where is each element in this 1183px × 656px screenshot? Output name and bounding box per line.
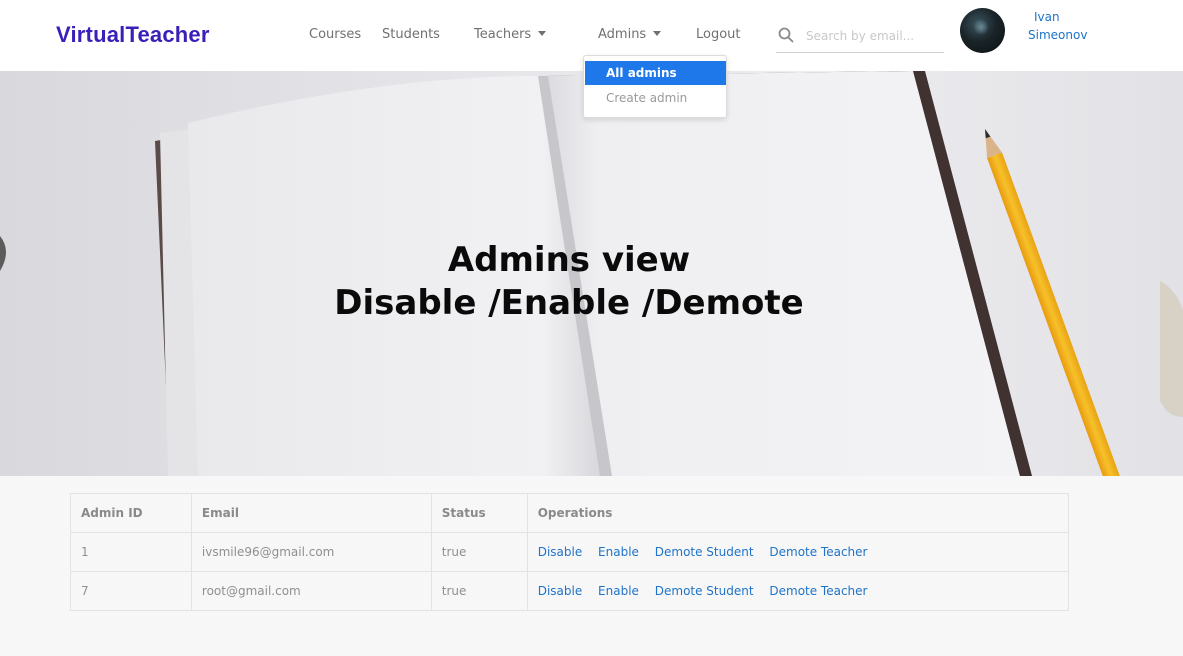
- search-input[interactable]: [806, 25, 940, 47]
- menu-item-create-admin[interactable]: Create admin: [585, 86, 726, 110]
- admins-dropdown-menu: All admins Create admin: [583, 55, 727, 118]
- table-row: 7 root@gmail.com true Disable Enable Dem…: [70, 571, 1070, 611]
- header-email: Email: [190, 493, 432, 533]
- page-title-line2: Disable /Enable /Demote: [334, 283, 804, 323]
- demote-teacher-link[interactable]: Demote Teacher: [769, 584, 867, 598]
- search-box: [776, 20, 944, 53]
- nav-logout[interactable]: Logout: [696, 27, 741, 42]
- nav-students[interactable]: Students: [382, 27, 440, 42]
- brand-logo[interactable]: VirtualTeacher: [56, 22, 210, 48]
- page-title: Admins view Disable /Enable /Demote: [0, 239, 1138, 325]
- nav-admins-label: Admins: [598, 27, 647, 42]
- avatar-image: [974, 18, 988, 36]
- admins-table: Admin ID Email Status Operations 1 ivsmi…: [70, 493, 1070, 611]
- cell-operations: Disable Enable Demote Student Demote Tea…: [526, 532, 1070, 572]
- header-operations: Operations: [526, 493, 1070, 533]
- menu-item-all-admins[interactable]: All admins: [585, 61, 726, 85]
- hero-banner: Admins view Disable /Enable /Demote: [0, 71, 1183, 476]
- enable-link[interactable]: Enable: [598, 545, 639, 559]
- cell-email: root@gmail.com: [190, 571, 432, 611]
- nav-teachers-label: Teachers: [474, 27, 532, 42]
- table-header-row: Admin ID Email Status Operations: [70, 493, 1070, 533]
- disable-link[interactable]: Disable: [538, 545, 583, 559]
- cell-admin-id: 1: [70, 532, 192, 572]
- demote-student-link[interactable]: Demote Student: [655, 545, 754, 559]
- header-status: Status: [430, 493, 528, 533]
- user-last-name[interactable]: Simeonov: [1028, 28, 1087, 42]
- nav-teachers-dropdown[interactable]: Teachers: [474, 27, 547, 42]
- cell-operations: Disable Enable Demote Student Demote Tea…: [526, 571, 1070, 611]
- cell-status: true: [430, 571, 528, 611]
- cell-admin-id: 7: [70, 571, 192, 611]
- header-admin-id: Admin ID: [70, 493, 192, 533]
- nav-admins-dropdown[interactable]: Admins: [598, 27, 662, 42]
- admins-table-container: Admin ID Email Status Operations 1 ivsmi…: [70, 493, 1070, 611]
- table-row: 1 ivsmile96@gmail.com true Disable Enabl…: [70, 532, 1070, 572]
- nav-courses[interactable]: Courses: [309, 27, 361, 42]
- disable-link[interactable]: Disable: [538, 584, 583, 598]
- enable-link[interactable]: Enable: [598, 584, 639, 598]
- user-first-name[interactable]: Ivan: [1034, 10, 1060, 24]
- cell-email: ivsmile96@gmail.com: [190, 532, 432, 572]
- demote-student-link[interactable]: Demote Student: [655, 584, 754, 598]
- demote-teacher-link[interactable]: Demote Teacher: [769, 545, 867, 559]
- page-title-line1: Admins view: [447, 240, 691, 280]
- chevron-down-icon: [538, 31, 547, 36]
- chevron-down-icon: [653, 31, 662, 36]
- avatar[interactable]: [960, 8, 1005, 53]
- search-icon[interactable]: [778, 27, 794, 43]
- cell-status: true: [430, 532, 528, 572]
